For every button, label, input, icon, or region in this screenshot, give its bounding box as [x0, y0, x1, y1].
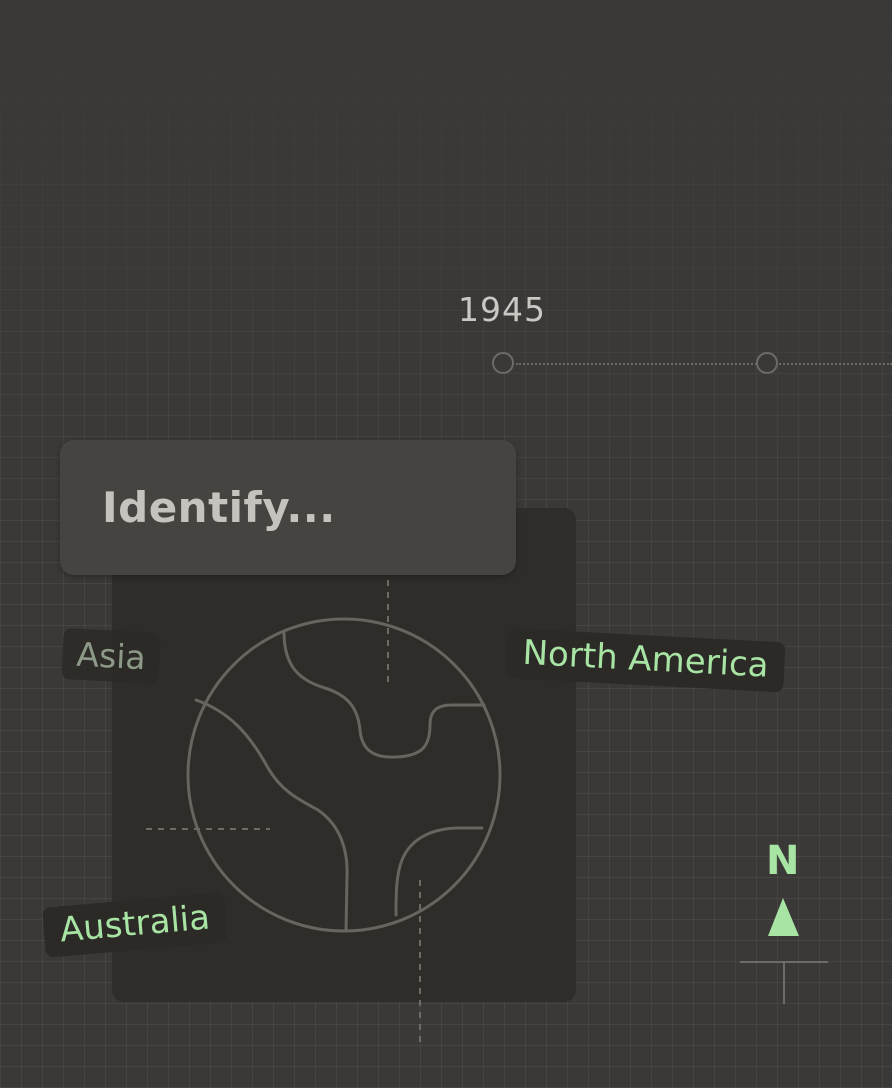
- identify-prompt: Identify...: [102, 483, 336, 532]
- timeline-node-next[interactable]: [756, 352, 778, 374]
- timeline-line: [516, 363, 892, 365]
- compass-arrow-icon: [740, 898, 828, 1004]
- compass-north-label: N: [766, 838, 800, 884]
- timeline-year-label: 1945: [458, 290, 546, 329]
- timeline-node-1945[interactable]: [492, 352, 514, 374]
- label-asia[interactable]: Asia: [61, 628, 162, 685]
